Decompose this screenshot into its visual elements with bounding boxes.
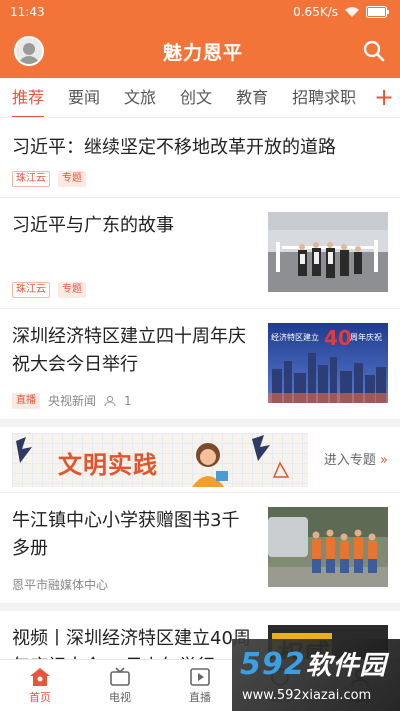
nav-tv[interactable]: 电视 [80, 660, 160, 711]
news-title: 习近平：继续坚定不移地改革开放的道路 [12, 137, 336, 158]
tab-education[interactable]: 教育 [236, 78, 268, 117]
battery-icon [366, 6, 389, 18]
play-icon [190, 667, 210, 686]
topic-banner[interactable]: 文明实践 进入专题 » [0, 427, 400, 493]
news-thumbnail: 经济特区建立 40 周年庆祝 [268, 323, 388, 403]
nav-home[interactable]: 首页 [0, 660, 80, 711]
source-tag: 珠江云 [12, 282, 50, 298]
double-chevron-right-icon: » [380, 453, 388, 468]
tab-recommend[interactable]: 推荐 [12, 78, 45, 117]
app-header: 魅力恩平 [0, 24, 400, 78]
tab-culture-tourism[interactable]: 文旅 [124, 78, 156, 117]
news-source: 恩平市融媒体中心 [12, 578, 109, 592]
app-title: 魅力恩平 [162, 41, 243, 64]
tab-jobs[interactable]: 招聘求职 [292, 78, 356, 117]
view-count: 1 [124, 393, 132, 408]
category-tabs: 推荐 要闻 文旅 创文 教育 招聘求职 + [0, 78, 400, 118]
watermark-logo: 592软件园 [240, 645, 387, 682]
nav-live-label: 直播 [189, 690, 211, 704]
site-watermark: 592软件园 www.592xiazai.com [232, 639, 400, 711]
topic-tag: 专题 [58, 171, 86, 187]
status-icons: 0.65K/s [293, 5, 390, 19]
home-icon [30, 667, 50, 686]
news-title: 深圳经济特区建立四十周年庆祝大会今日举行 [12, 326, 246, 375]
watermark-number: 592 [240, 647, 306, 682]
news-title: 牛江镇中心小学获赠图书3千多册 [12, 510, 240, 559]
tv-icon [110, 666, 130, 686]
watermark-url: www.592xiazai.com [242, 688, 372, 703]
enter-topic-label: 进入专题 [323, 453, 376, 468]
user-icon [104, 395, 116, 406]
section-divider [0, 604, 400, 611]
nav-home-label: 首页 [29, 690, 51, 704]
tab-news[interactable]: 要闻 [68, 78, 100, 117]
news-item[interactable]: 习近平：继续坚定不移地改革开放的道路 珠江云 专题 [0, 118, 400, 198]
status-time: 11:43 [10, 5, 45, 19]
news-meta: 珠江云 专题 [12, 171, 86, 187]
status-bar: 11:43 0.65K/s [0, 0, 400, 24]
watermark-text: 软件园 [305, 651, 387, 681]
banner-title: 文明实践 [58, 451, 158, 479]
search-icon[interactable] [362, 39, 386, 63]
news-thumbnail [268, 507, 388, 587]
news-title: 视频丨深圳经济特区建立40周年庆祝大会14日上午举行 [12, 628, 251, 659]
news-source: 央视新闻 [48, 394, 97, 408]
thumb-caption: 经济特区建立 [271, 332, 319, 342]
add-tab-button[interactable]: + [368, 78, 400, 117]
live-tag: 直播 [12, 392, 40, 409]
nav-live[interactable]: 直播 [160, 660, 240, 711]
news-item[interactable]: 习近平与广东的故事 珠江云 专题 [0, 198, 400, 309]
source-tag: 珠江云 [12, 171, 50, 187]
enter-topic-link[interactable]: 进入专题 » [324, 449, 388, 468]
network-speed: 0.65K/s [293, 5, 338, 19]
news-feed[interactable]: 习近平：继续坚定不移地改革开放的道路 珠江云 专题 习近平与广东的故事 珠江云 … [0, 118, 400, 659]
news-meta: 珠江云 专题 [12, 282, 86, 298]
news-thumbnail [268, 212, 388, 292]
news-meta: 直播 央视新闻 1 [12, 392, 132, 409]
section-divider [0, 420, 400, 427]
user-avatar[interactable] [14, 36, 44, 66]
news-item[interactable]: 牛江镇中心小学获赠图书3千多册 恩平市融媒体中心 [0, 493, 400, 604]
news-meta: 恩平市融媒体中心 [12, 576, 108, 593]
banner-image: 文明实践 [12, 433, 308, 487]
wifi-icon [345, 7, 359, 17]
nav-tv-label: 电视 [109, 690, 131, 704]
news-item[interactable]: 深圳经济特区建立四十周年庆祝大会今日举行 直播 央视新闻 1 经济特区建立 40… [0, 309, 400, 420]
thumb-caption-suffix: 周年庆祝 [350, 332, 382, 342]
tab-civilization[interactable]: 创文 [180, 78, 212, 117]
topic-tag: 专题 [58, 282, 86, 298]
news-title: 习近平与广东的故事 [12, 215, 174, 236]
thumb-number: 40 [324, 326, 352, 350]
